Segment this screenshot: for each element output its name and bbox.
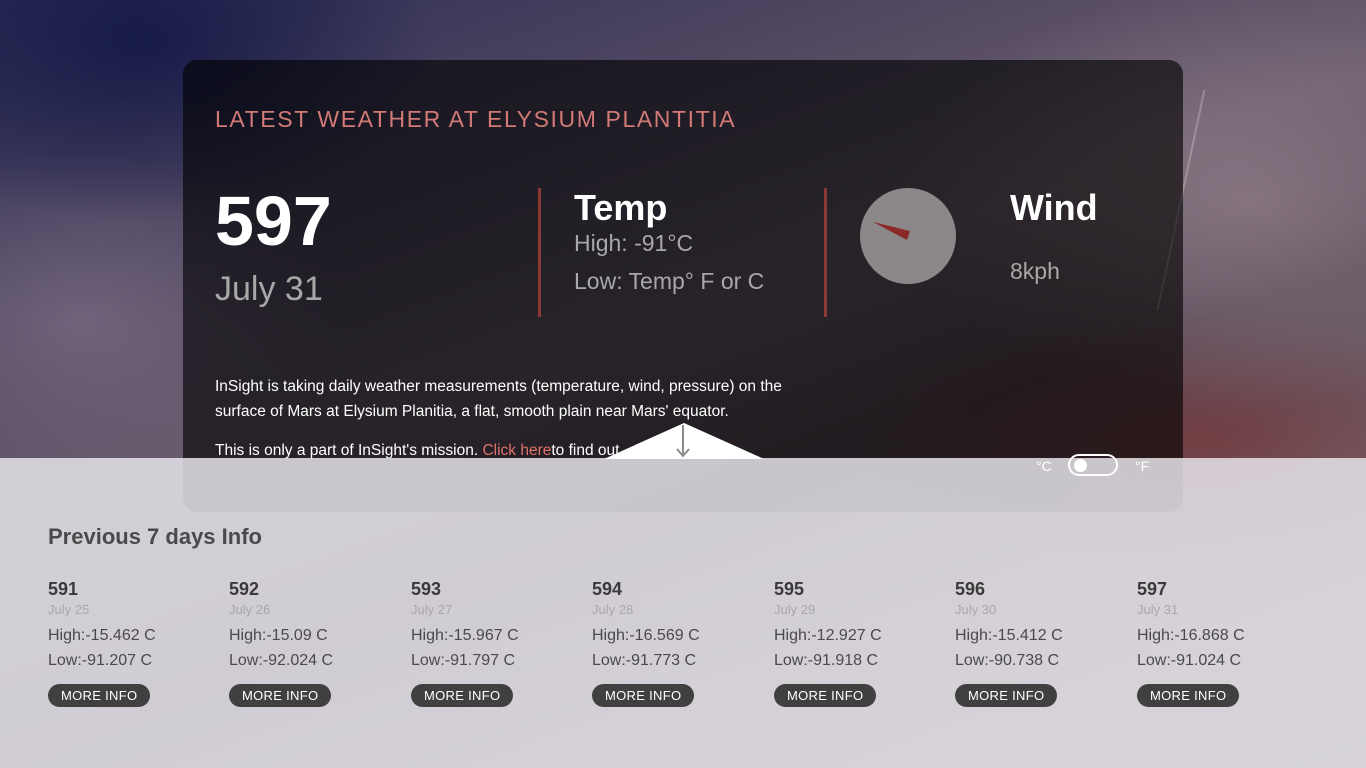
mission-text: This is only a part of InSight's mission… — [215, 442, 479, 459]
arrow-down-icon — [604, 423, 764, 459]
day-high: High:-15.412 C — [955, 627, 1063, 644]
previous-days-title: Previous 7 days Info — [48, 524, 262, 549]
previous-day-item: 595 July 29 High:-12.927 C Low:-91.918 C MOR… — [774, 578, 944, 707]
day-low: Low:-91.207 C — [48, 652, 153, 669]
more-info-button[interactable]: MORE INFO — [774, 684, 877, 707]
mission-link[interactable]: Click here — [482, 442, 551, 459]
day-sol: 593 — [411, 579, 442, 599]
day-date: July 27 — [411, 602, 453, 617]
day-sol: 597 — [1137, 579, 1168, 599]
unit-fahrenheit-label: °F — [1135, 458, 1150, 474]
more-info-button[interactable]: MORE INFO — [1137, 684, 1240, 707]
temp-low: Low: Temp° F or C — [574, 268, 765, 294]
unit-toggle-knob — [1074, 459, 1087, 472]
day-date: July 31 — [1137, 602, 1179, 617]
info-paragraph: InSight is taking daily weather measurem… — [215, 378, 782, 420]
unit-toggle-switch[interactable] — [1068, 454, 1118, 476]
day-sol: 594 — [592, 579, 623, 599]
day-date: July 25 — [48, 602, 90, 617]
more-info-button[interactable]: MORE INFO — [592, 684, 695, 707]
day-date: July 28 — [592, 602, 634, 617]
more-info-button[interactable]: MORE INFO — [411, 684, 514, 707]
day-high: High:-15.967 C — [411, 627, 519, 644]
day-date: July 26 — [229, 602, 271, 617]
day-date: July 30 — [955, 602, 997, 617]
day-low: Low:-92.024 C — [229, 652, 334, 669]
sol-date: July 31 — [215, 270, 323, 308]
previous-day-item: 594 July 28 High:-16.569 C Low:-91.773 C MOR… — [592, 578, 762, 707]
day-low: Low:-91.773 C — [592, 652, 697, 669]
day-sol: 595 — [774, 579, 805, 599]
previous-day-item: 592 July 26 High:-15.09 C Low:-92.024 C MORE… — [229, 578, 399, 707]
day-sol: 596 — [955, 579, 986, 599]
day-high: High:-12.927 C — [774, 627, 882, 644]
previous-day-item: 593 July 27 High:-15.967 C Low:-91.797 C MOR… — [411, 578, 581, 707]
sol-number: 597 — [215, 182, 332, 260]
day-low: Low:-91.918 C — [774, 652, 879, 669]
more-info-button[interactable]: MORE INFO — [48, 684, 151, 707]
wind-speed: 8kph — [1010, 258, 1060, 284]
temp-high: High: -91°C — [574, 230, 694, 256]
previous-day-item: 596 July 30 High:-15.412 C Low:-90.738 C MOR… — [955, 578, 1125, 707]
day-high: High:-15.09 C — [229, 627, 328, 644]
previous-day-item: 591 July 25 High:-15.462 C Low:-91.207 C MOR… — [48, 578, 218, 707]
more-info-button[interactable]: MORE INFO — [229, 684, 332, 707]
day-sol: 591 — [48, 579, 79, 599]
temp-label: Temp — [574, 187, 668, 228]
wind-direction-needle — [873, 222, 910, 240]
divider-right — [824, 188, 827, 317]
day-high: High:-15.462 C — [48, 627, 156, 644]
expand-toggle-button[interactable] — [604, 419, 764, 459]
day-high: High:-16.868 C — [1137, 627, 1245, 644]
divider-left — [538, 188, 541, 317]
more-info-button[interactable]: MORE INFO — [955, 684, 1058, 707]
day-low: Low:-91.797 C — [411, 652, 516, 669]
day-date: July 29 — [774, 602, 816, 617]
day-sol: 592 — [229, 579, 260, 599]
wind-label: Wind — [1010, 187, 1098, 228]
day-high: High:-16.569 C — [592, 627, 700, 644]
section-title: LATEST WEATHER AT ELYSIUM PLANTITIA — [215, 106, 737, 132]
previous-day-item: 597 July 31 High:-16.868 C Low:-91.024 C MOR… — [1137, 578, 1307, 707]
unit-celsius-label: °C — [1036, 458, 1052, 474]
day-low: Low:-90.738 C — [955, 652, 1060, 669]
day-low: Low:-91.024 C — [1137, 652, 1242, 669]
